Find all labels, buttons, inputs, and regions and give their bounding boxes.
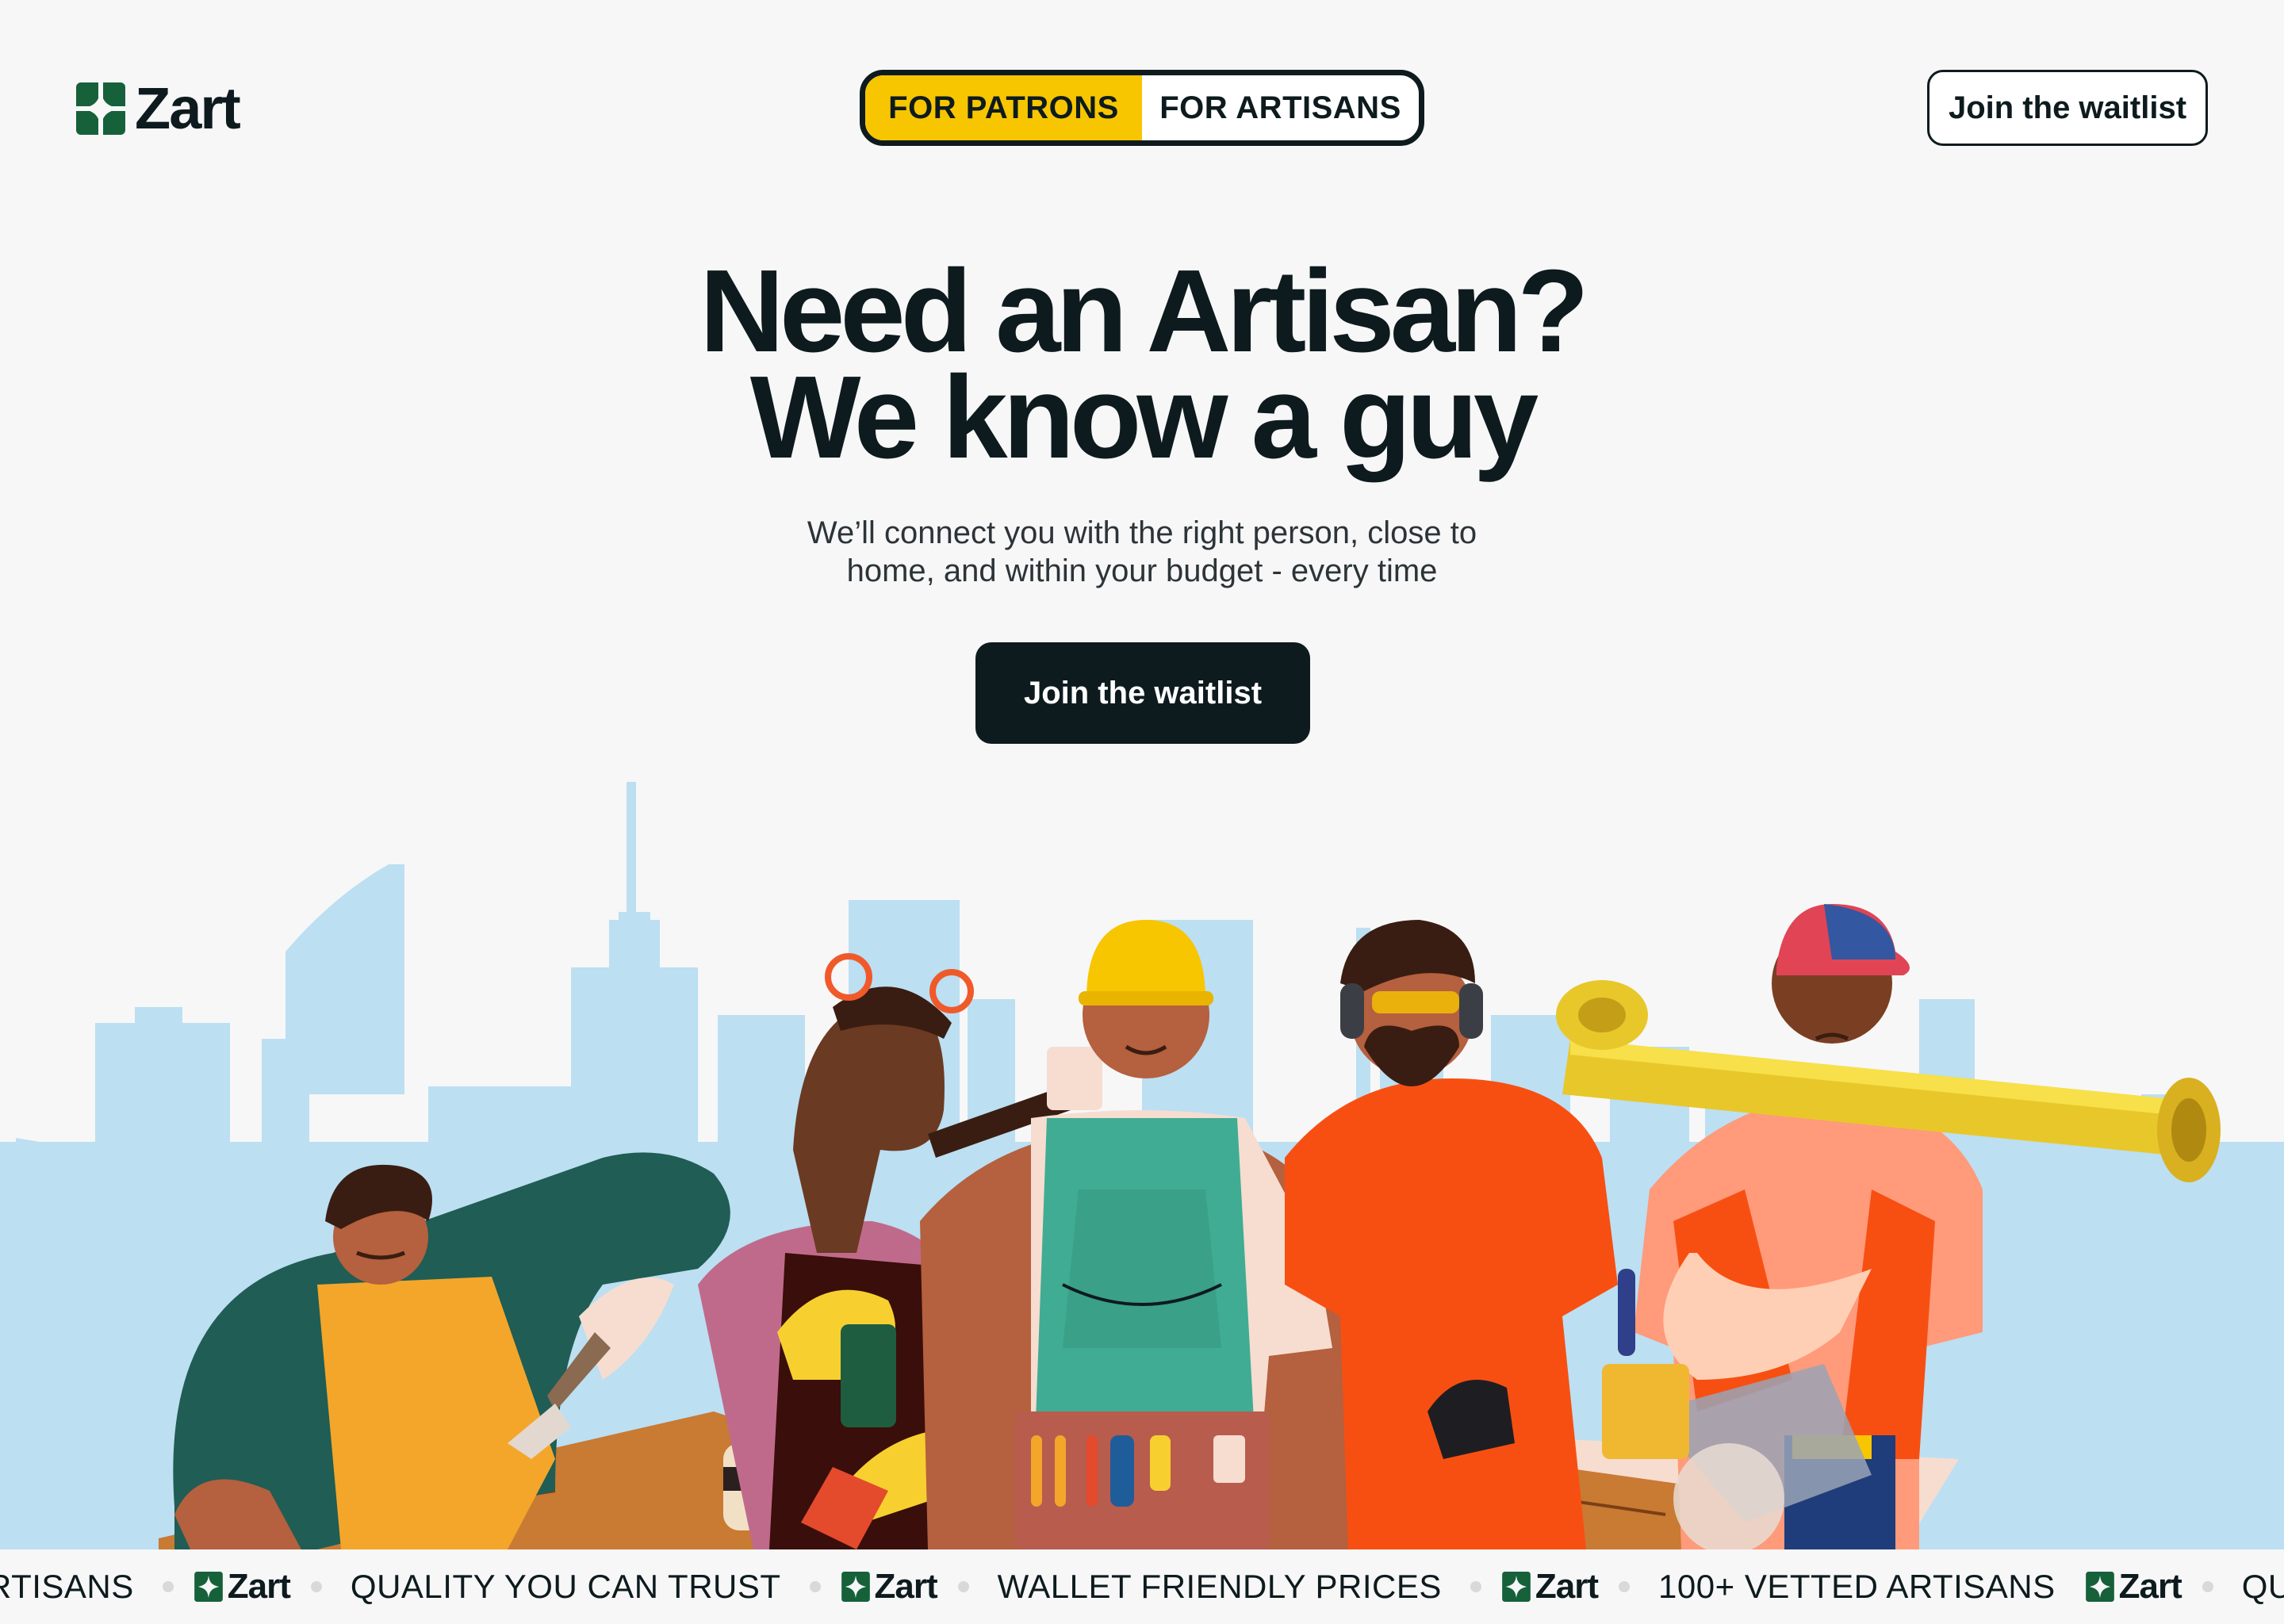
zart-logo-icon — [2085, 1572, 2114, 1602]
marquee-item: QUALITY YOU CAN TRUST — [2241, 1568, 2284, 1605]
marquee-separator-dot — [1470, 1581, 1481, 1592]
marquee-separator-dot — [2202, 1581, 2213, 1592]
logo-wordmark: Zart — [135, 75, 241, 141]
marquee-separator-dot — [809, 1581, 821, 1592]
marquee-logo-word: Zart — [2118, 1567, 2182, 1606]
marquee-separator-dot — [162, 1581, 174, 1592]
marquee-zart-logo: Zart — [841, 1567, 938, 1607]
marquee-logo-word: Zart — [227, 1567, 291, 1606]
zart-logo-icon — [76, 82, 125, 135]
marquee-separator-dot — [1619, 1581, 1631, 1592]
marquee-track: RTISANS Zart QUALITY YOU CAN TRUST Zart … — [0, 1549, 2284, 1624]
zart-logo[interactable]: Zart — [76, 75, 241, 141]
hero-title-line2: We know a guy — [749, 352, 1539, 483]
hero-subtitle-line2: home, and within your budget - every tim… — [846, 553, 1438, 588]
marquee-zart-logo: Zart — [1502, 1567, 1599, 1607]
features-marquee: RTISANS Zart QUALITY YOU CAN TRUST Zart … — [0, 1549, 2284, 1624]
toggle-for-patrons[interactable]: FOR PATRONS — [865, 75, 1142, 140]
marquee-separator-dot — [957, 1581, 969, 1592]
hero-subtitle: We’ll connect you with the right person,… — [745, 514, 1539, 590]
zart-logo-icon — [194, 1572, 223, 1602]
hero-title: Need an Artisan? We know a guy — [0, 253, 2284, 477]
marquee-logo-word: Zart — [1535, 1567, 1599, 1606]
header-join-waitlist-button[interactable]: Join the waitlist — [1927, 70, 2208, 146]
hero-join-waitlist-button[interactable]: Join the waitlist — [975, 642, 1310, 744]
artisans-illustration — [0, 782, 2284, 1549]
zart-logo-icon — [841, 1572, 870, 1602]
audience-toggle[interactable]: FOR PATRONS FOR ARTISANS — [860, 70, 1424, 146]
marquee-zart-logo: Zart — [194, 1567, 291, 1607]
zart-logo-icon — [1502, 1572, 1531, 1602]
marquee-item: 100+ VETTED ARTISANS — [1658, 1568, 2056, 1605]
hero-subtitle-line1: We’ll connect you with the right person,… — [807, 515, 1477, 550]
marquee-item: RTISANS — [0, 1568, 134, 1605]
toggle-for-artisans[interactable]: FOR ARTISANS — [1142, 75, 1419, 140]
marquee-logo-word: Zart — [874, 1567, 938, 1606]
marquee-item: WALLET FRIENDLY PRICES — [997, 1568, 1442, 1605]
marquee-zart-logo: Zart — [2085, 1567, 2182, 1607]
marquee-item: QUALITY YOU CAN TRUST — [350, 1568, 781, 1605]
marquee-separator-dot — [310, 1581, 322, 1592]
